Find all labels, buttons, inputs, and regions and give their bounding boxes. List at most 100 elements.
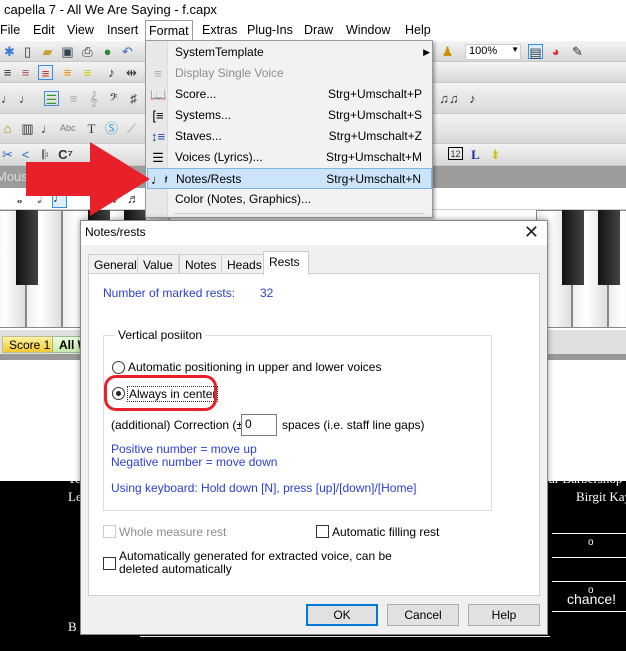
piano-black-key[interactable] [16, 210, 38, 285]
tab-heads[interactable]: Heads [221, 254, 268, 274]
menu-insert[interactable]: Insert [104, 22, 141, 38]
treble-clef-icon[interactable]: 𝄞 [86, 91, 101, 106]
arrow-shape [26, 142, 150, 216]
correction-label: (additional) Correction (±) [111, 418, 247, 432]
dialog-title: Notes/rests [85, 225, 146, 239]
menu-item-systems[interactable]: [≡ Systems... Strg+Umschalt+S [147, 105, 432, 126]
score-text: Te [68, 471, 81, 486]
grace-note-icon[interactable]: ♪ [465, 91, 480, 106]
menu-item-color[interactable]: Color (Notes, Graphics)... [147, 189, 432, 210]
bass-clef-icon[interactable]: 𝄢 [106, 91, 121, 106]
systems-icon: [≡ [152, 108, 164, 123]
menu-format[interactable]: Format [145, 20, 193, 41]
zoom-value: 100% [469, 45, 498, 57]
auto-generated-checkbox[interactable] [103, 557, 116, 570]
notes-rests-dialog: Notes/rests ✕ General Value Notes Heads R… [80, 220, 548, 635]
text-icon[interactable]: T [84, 121, 99, 136]
note-icon[interactable]: ♪ [104, 65, 119, 80]
staff-line [552, 611, 626, 612]
symbol-icon[interactable]: Ⓢ [104, 121, 119, 136]
tab-rests[interactable]: Rests [263, 251, 309, 275]
blank-page-icon[interactable]: ▯ [20, 44, 35, 59]
submenu-arrow-icon: ▶ [423, 47, 430, 57]
red-highlight-annotation [104, 375, 217, 411]
save-icon[interactable]: ▣ [60, 44, 75, 59]
spacing-icon[interactable]: ⇹ [124, 65, 139, 80]
marked-rests-label: Number of marked rests: [103, 286, 236, 300]
staff-line [140, 636, 550, 637]
chevron-down-icon: ▼ [511, 45, 519, 54]
score-text: Birgit Kay [576, 489, 626, 504]
clipboard-icon[interactable]: ▥ [20, 121, 35, 136]
stem-down-icon[interactable]: ♩ [18, 91, 33, 106]
move-down-icon[interactable]: ⇟ [488, 147, 503, 162]
stem-up-icon[interactable]: ♩ [0, 91, 15, 106]
cancel-button[interactable]: Cancel [387, 604, 459, 626]
zoom-select[interactable]: 100% ▼ [465, 44, 521, 60]
menu-view[interactable]: View [64, 22, 97, 38]
menu-extras[interactable]: Extras [199, 22, 240, 38]
auto-filling-rest-checkbox[interactable] [316, 525, 329, 538]
align-yellow-icon[interactable]: ≡ [80, 65, 95, 80]
menu-item-system-template[interactable]: SystemTemplate ▶ [147, 42, 432, 63]
menu-edit[interactable]: Edit [30, 22, 58, 38]
red-arrow-annotation [26, 142, 150, 216]
correction-input[interactable]: 0 [241, 414, 277, 436]
line-icon[interactable]: ⟋ [124, 121, 139, 136]
voices-icon[interactable]: ☰ [44, 91, 59, 107]
tab-general[interactable]: General [88, 254, 143, 274]
whole-measure-rest-checkbox[interactable] [103, 525, 116, 538]
tab-value[interactable]: Value [137, 254, 179, 274]
menu-plugins[interactable]: Plug-Ins [244, 22, 296, 38]
marked-rests-value: 32 [260, 286, 274, 300]
note-arrow-icon[interactable]: ♩ [40, 121, 55, 136]
page-view-icon[interactable]: ▤ [528, 44, 543, 60]
open-folder-icon[interactable]: ▰ [40, 44, 55, 59]
staff-line [552, 533, 626, 534]
radio-automatic-positioning[interactable] [112, 361, 125, 374]
tab-notes[interactable]: Notes [179, 254, 223, 274]
brush-icon[interactable]: ✎ [570, 44, 585, 59]
lyrics-icon[interactable]: L [468, 147, 483, 162]
menu-draw[interactable]: Draw [301, 22, 336, 38]
help-button[interactable]: Help [468, 604, 540, 626]
menu-item-notes-rests[interactable]: ♩𝄽 Notes/Rests Strg+Umschalt+N [147, 168, 432, 189]
hint-keyboard: Using keyboard: Hold down [N], press [up… [111, 481, 417, 495]
triplet-icon[interactable]: ♫♫ [436, 91, 462, 106]
auto-filling-rest-label: Automatic filling rest [332, 525, 440, 539]
library-icon[interactable]: ⌂ [0, 121, 15, 136]
align-icon[interactable]: ≡ [18, 65, 33, 80]
align-red-icon[interactable]: ≡ [38, 65, 53, 81]
menu-item-score[interactable]: 📖 Score... Strg+Umschalt+P [147, 84, 432, 105]
group-label: Vertical posiiton [115, 328, 206, 342]
sharp-icon[interactable]: ♯ [126, 91, 141, 106]
spellcheck-icon[interactable]: Abc [60, 121, 76, 136]
piano-black-key[interactable] [598, 210, 620, 285]
score-text: für Barbershop [544, 471, 623, 486]
stamp-icon[interactable]: ♟ [440, 44, 455, 59]
menu-item-staves[interactable]: ↕≡ Staves... Strg+Umschalt+Z [147, 126, 432, 147]
undo-icon[interactable]: ↶ [120, 44, 135, 59]
tab-score-1[interactable]: Score 1 [2, 336, 58, 353]
single-voice-icon[interactable]: ≡ [66, 91, 81, 106]
piano-black-key[interactable] [562, 210, 584, 285]
align-orange-icon[interactable]: ≡ [60, 65, 75, 80]
menu-window[interactable]: Window [343, 22, 393, 38]
color-wheel-icon[interactable]: ◕ [548, 44, 563, 59]
measure-number-icon[interactable]: 12 [448, 147, 463, 160]
menu-file[interactable]: File [0, 22, 23, 38]
menu-help[interactable]: Help [402, 22, 434, 38]
scissors-icon[interactable]: ✂ [0, 147, 15, 162]
ok-button[interactable]: OK [306, 604, 378, 626]
menu-item-display-single-voice[interactable]: ≡ Display Single Voice [147, 63, 432, 84]
hint-positive: Positive number = move up [111, 442, 257, 456]
format-menu: SystemTemplate ▶ ≡ Display Single Voice 📖 S… [145, 40, 433, 218]
menu-item-voices-lyrics[interactable]: ☰ Voices (Lyrics)... Strg+Umschalt+M [147, 147, 432, 168]
align-icon[interactable]: ≡ [0, 65, 15, 80]
menubar: File Edit View Insert Format Extras Plug… [0, 20, 626, 41]
new-icon[interactable]: ✱ [2, 44, 17, 59]
close-icon[interactable]: ✕ [524, 222, 539, 243]
print-icon[interactable]: ⎙ [80, 44, 95, 59]
web-icon[interactable]: ● [100, 44, 115, 59]
dialog-titlebar: Notes/rests ✕ [81, 221, 547, 245]
